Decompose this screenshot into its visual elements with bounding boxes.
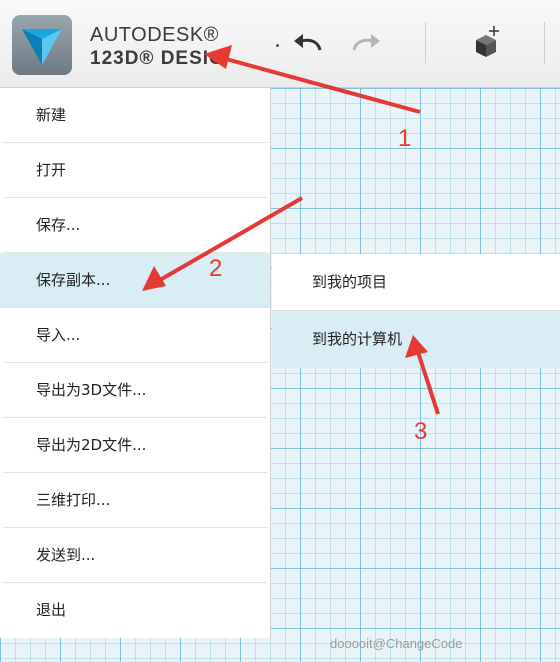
brand-line2: 123D® DESIG [90, 48, 225, 69]
menu-item-open[interactable]: 打开 [3, 143, 267, 198]
app-logo-icon [22, 29, 62, 65]
menu-item-import[interactable]: 导入... [3, 308, 267, 363]
top-toolbar: AUTODESK® 123D® DESIG [0, 0, 560, 88]
menu-item-3d-print[interactable]: 三维打印... [3, 473, 267, 528]
toolbar-dot [276, 44, 279, 47]
menu-item-export-3d[interactable]: 导出为3D文件... [3, 363, 267, 418]
submenu-item-my-projects[interactable]: 到我的项目 [272, 254, 560, 311]
menu-item-exit[interactable]: 退出 [3, 583, 267, 638]
watermark: dooooit@ChangeCode [330, 636, 463, 651]
brand-line1: AUTODESK® [90, 24, 219, 46]
save-copy-submenu: 到我的项目 到我的计算机 [272, 254, 560, 368]
menu-item-save[interactable]: 保存... [3, 198, 267, 253]
transform-cube-icon[interactable] [470, 24, 504, 60]
menu-item-new[interactable]: 新建 [3, 88, 267, 143]
app-menu-button[interactable] [12, 15, 72, 75]
toolbar-separator [544, 22, 545, 64]
menu-item-send-to[interactable]: 发送到... [3, 528, 267, 583]
brand-title: AUTODESK® 123D® DESIG [90, 24, 225, 70]
menu-item-save-copy[interactable]: 保存副本... [0, 253, 270, 308]
toolbar-separator [425, 22, 426, 64]
redo-icon[interactable] [350, 32, 382, 54]
undo-icon[interactable] [292, 32, 324, 54]
menu-item-export-2d[interactable]: 导出为2D文件... [3, 418, 267, 473]
submenu-item-my-computer[interactable]: 到我的计算机 [272, 311, 560, 368]
file-menu: 新建 打开 保存... 保存副本... 导入... 导出为3D文件... 导出为… [0, 88, 271, 638]
